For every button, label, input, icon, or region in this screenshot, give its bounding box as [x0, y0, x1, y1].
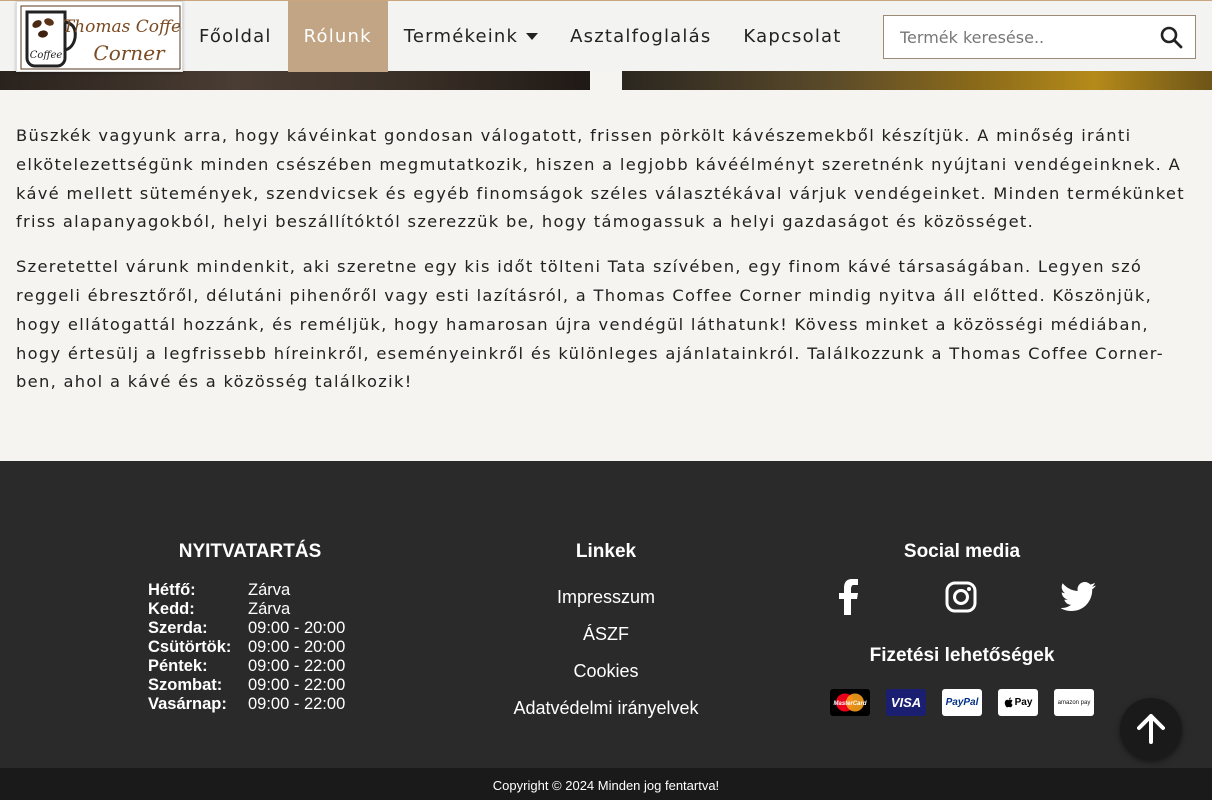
- apple-pay-label: Pay: [1014, 697, 1033, 708]
- svg-text:MasterCard: MasterCard: [833, 701, 866, 707]
- link-adatvedelem[interactable]: Adatvédelmi irányelvek: [456, 690, 756, 727]
- search-icon: [1160, 26, 1183, 49]
- hours-day: Hétfő:: [148, 581, 196, 599]
- link-cookies[interactable]: Cookies: [456, 653, 756, 690]
- instagram-icon[interactable]: [945, 581, 977, 613]
- links-title: Linkek: [575, 541, 637, 562]
- hours-row: Szerda: 09:00 - 20:00: [148, 619, 400, 638]
- visa-icon: VISA: [886, 689, 926, 716]
- hours-day: Szombat:: [148, 676, 223, 694]
- paypal-icon: PayPal: [942, 689, 982, 716]
- site-logo[interactable]: Coffee Thomas Coffee Corner: [16, 1, 183, 72]
- search-button[interactable]: [1159, 25, 1183, 49]
- nav-item-label: Főoldal: [199, 26, 272, 47]
- hours-time: 09:00 - 20:00: [248, 619, 346, 637]
- arrow-up-icon: [1137, 714, 1165, 744]
- hours-time: 09:00 - 20:00: [248, 638, 346, 656]
- nav-item-kapcsolat[interactable]: Kapcsolat: [727, 1, 857, 72]
- hours-row: Kedd: Zárva: [148, 600, 400, 619]
- caret-down-icon: [526, 33, 539, 40]
- product-search: [883, 15, 1196, 59]
- nav-item-label: Rólunk: [303, 26, 372, 47]
- link-aszf[interactable]: ÁSZF: [456, 616, 756, 653]
- apple-pay-icon: Pay: [998, 689, 1038, 716]
- payment-methods: MasterCard VISA PayPal Pay amazon pay: [812, 689, 1112, 716]
- search-input[interactable]: [884, 16, 1144, 58]
- main-nav: Főoldal Rólunk Termékeink Asztalfoglalás…: [183, 1, 858, 72]
- nav-item-termekeink[interactable]: Termékeink: [388, 1, 554, 72]
- nav-item-label: Kapcsolat: [743, 26, 842, 47]
- payment-title: Fizetési lehetőségek: [869, 645, 1055, 666]
- facebook-icon[interactable]: [837, 579, 861, 615]
- link-impresszum[interactable]: Impresszum: [456, 579, 756, 616]
- hours-day: Csütörtök:: [148, 638, 232, 656]
- site-header: Coffee Thomas Coffee Corner Főoldal Rólu…: [0, 0, 1212, 72]
- footer-links-column: Linkek Impresszum ÁSZF Cookies Adatvédel…: [456, 541, 756, 727]
- about-paragraph: Büszkék vagyunk arra, hogy kávéinkat gon…: [16, 126, 1185, 232]
- hours-row: Csütörtök: 09:00 - 20:00: [148, 638, 400, 657]
- nav-item-label: Termékeink: [403, 26, 519, 47]
- hours-time: Zárva: [248, 600, 291, 618]
- hours-day: Kedd:: [148, 600, 195, 618]
- hours-day: Péntek:: [148, 657, 208, 675]
- svg-text:Corner: Corner: [93, 41, 166, 65]
- amazon-pay-icon: amazon pay: [1054, 689, 1094, 716]
- hours-row: Szombat: 09:00 - 22:00: [148, 676, 400, 695]
- hours-time: 09:00 - 22:00: [248, 695, 346, 713]
- nav-item-rolunk[interactable]: Rólunk: [287, 1, 388, 72]
- about-content: Büszkék vagyunk arra, hogy kávéinkat gon…: [16, 122, 1196, 413]
- footer-social-column: Social media Fizetési lehetőségek Master…: [812, 541, 1112, 716]
- svg-text:Coffee: Coffee: [30, 50, 63, 61]
- copyright-bar: Copyright © 2024 Minden jog fentartva!: [0, 768, 1212, 800]
- hours-day: Szerda:: [148, 619, 208, 637]
- nav-item-asztalfoglalas[interactable]: Asztalfoglalás: [554, 1, 727, 72]
- social-title: Social media: [903, 541, 1021, 562]
- nav-item-label: Asztalfoglalás: [570, 26, 712, 47]
- hours-row: Hétfő: Zárva: [148, 581, 400, 600]
- footer-links: Impresszum ÁSZF Cookies Adatvédelmi irán…: [456, 579, 756, 727]
- hours-day: Vasárnap:: [148, 695, 227, 713]
- hours-row: Péntek: 09:00 - 22:00: [148, 657, 400, 676]
- mastercard-icon: MasterCard: [830, 689, 870, 716]
- social-icons: [812, 579, 1112, 615]
- hours-time: Zárva: [248, 581, 291, 599]
- scroll-to-top-button[interactable]: [1120, 698, 1182, 760]
- footer-hours-column: NYITVATARTÁS Hétfő: Zárva Kedd: Zárva Szer…: [100, 541, 400, 714]
- svg-text:Thomas Coffee: Thomas Coffee: [63, 17, 183, 37]
- hours-row: Vasárnap: 09:00 - 22:00: [148, 695, 400, 714]
- about-paragraph: Szeretettel várunk mindenkit, aki szeret…: [16, 257, 1164, 392]
- hours-time: 09:00 - 22:00: [248, 657, 346, 675]
- logo-graphic: Coffee Thomas Coffee Corner: [20, 5, 183, 70]
- hours-time: 09:00 - 22:00: [248, 676, 346, 694]
- site-footer: NYITVATARTÁS Hétfő: Zárva Kedd: Zárva Szer…: [0, 461, 1212, 768]
- twitter-icon[interactable]: [1061, 582, 1097, 612]
- nav-item-fooldal[interactable]: Főoldal: [183, 1, 288, 72]
- hours-title: NYITVATARTÁS: [178, 541, 322, 562]
- opening-hours-table: Hétfő: Zárva Kedd: Zárva Szerda: 09:00 - 20…: [148, 581, 400, 714]
